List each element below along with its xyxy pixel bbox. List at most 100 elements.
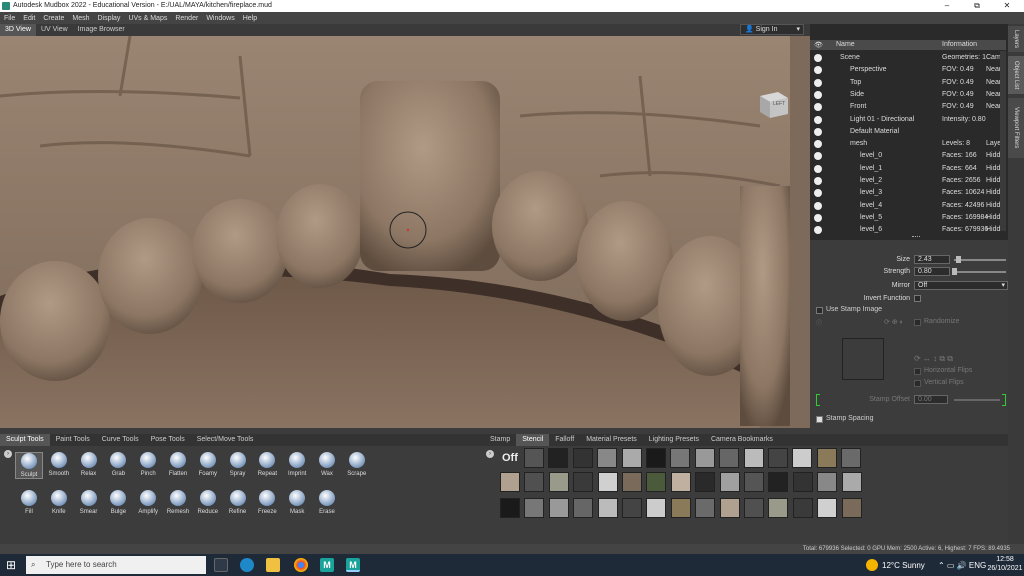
stencil-thumbnail[interactable] (817, 498, 838, 518)
object-list-row[interactable]: level_1 Faces: 664 Hidde (810, 163, 1006, 175)
minimize-button[interactable]: – (932, 0, 962, 12)
tab-3d-view[interactable]: 3D View (0, 24, 36, 36)
object-list-scrollbar[interactable] (1000, 51, 1006, 231)
stencil-thumbnail[interactable] (597, 472, 618, 492)
visibility-toggle-icon[interactable] (814, 152, 822, 161)
stencil-thumbnail[interactable] (548, 472, 569, 492)
stencil-thumbnail[interactable] (548, 498, 569, 518)
stencil-thumbnail[interactable] (621, 448, 642, 468)
stencil-thumbnail[interactable] (744, 472, 764, 492)
menu-mesh[interactable]: Mesh (72, 15, 89, 22)
visibility-toggle-icon[interactable] (814, 115, 822, 124)
stencil-thumbnail[interactable] (670, 472, 691, 492)
stencil-thumbnail[interactable] (768, 498, 789, 518)
maximize-button[interactable]: ⧉ (962, 0, 992, 12)
visibility-toggle-icon[interactable] (814, 189, 822, 198)
mudbox-app-icon[interactable]: M (346, 558, 360, 572)
object-list-row[interactable]: level_6 Faces: 679936 Hidde (810, 224, 1006, 236)
visibility-toggle-icon[interactable] (814, 226, 822, 235)
stencil-thumbnail[interactable] (719, 472, 740, 492)
stencil-thumbnail[interactable] (816, 448, 837, 468)
stencil-thumbnail[interactable] (768, 448, 788, 468)
menu-display[interactable]: Display (97, 15, 120, 22)
object-list-row[interactable]: Top FOV: 0.49 Near: (810, 77, 1006, 89)
object-list-row[interactable]: Scene Geometries: 1 Came (810, 52, 1006, 64)
tool-mask[interactable]: Mask (283, 490, 311, 515)
visibility-toggle-icon[interactable] (814, 164, 822, 173)
tool-smear[interactable]: Smear (75, 490, 103, 515)
tab-viewport-filters[interactable]: Viewport Filters (1008, 98, 1024, 158)
randomize-checkbox[interactable] (914, 319, 921, 326)
stamp-offset-field[interactable]: 0.00 (914, 395, 948, 404)
stencil-thumbnail[interactable] (646, 498, 667, 518)
mirror-select[interactable]: Off ▾ (914, 281, 1008, 290)
visibility-toggle-icon[interactable] (814, 54, 822, 62)
stencil-thumbnail[interactable] (719, 498, 740, 518)
stencil-thumbnail[interactable] (646, 448, 666, 468)
tab-stamp[interactable]: Stamp (484, 434, 516, 446)
tool-spray[interactable]: Spray (224, 452, 252, 477)
stencil-thumbnail[interactable] (500, 498, 520, 518)
stencil-thumbnail[interactable] (817, 472, 838, 492)
tool-pinch[interactable]: Pinch (134, 452, 162, 477)
panel-resize-handle[interactable] (912, 236, 920, 238)
tool-erase[interactable]: Erase (313, 490, 341, 515)
taskbar-search-box[interactable]: ⌕ Type here to search (26, 556, 206, 574)
visibility-toggle-icon[interactable] (814, 177, 822, 185)
object-list-row[interactable]: Light 01 - Directional Intensity: 0.80 (810, 114, 1006, 126)
tool-wax[interactable]: Wax (313, 452, 341, 477)
clock-date[interactable]: 26/10/2021 (986, 565, 1024, 572)
stencil-thumbnail[interactable] (792, 448, 813, 468)
stencil-thumbnail[interactable] (743, 448, 764, 468)
visibility-toggle-icon[interactable] (814, 103, 822, 112)
tab-lighting-presets[interactable]: Lighting Presets (643, 434, 705, 446)
tab-layers[interactable]: Layers (1008, 26, 1024, 52)
tool-smooth[interactable]: Smooth (45, 452, 73, 477)
stencil-thumbnail[interactable] (670, 448, 691, 468)
tray-options-icon[interactable]: › (486, 450, 494, 458)
object-list-row[interactable]: level_5 Faces: 169984 Hidde (810, 212, 1006, 224)
tool-remesh[interactable]: Remesh (164, 490, 192, 515)
object-list-row[interactable]: mesh Levels: 8 Layer (810, 138, 1006, 150)
stencil-off-button[interactable]: Off (502, 452, 518, 464)
stencil-thumbnail[interactable] (597, 498, 618, 518)
stencil-thumbnail[interactable] (622, 472, 642, 492)
menu-create[interactable]: Create (43, 15, 64, 22)
maya-app-icon[interactable]: M (320, 558, 334, 572)
stamp-image-preview[interactable] (842, 338, 884, 380)
tool-imprint[interactable]: Imprint (283, 452, 311, 477)
visibility-toggle-icon[interactable] (814, 78, 822, 87)
invert-function-checkbox[interactable] (914, 295, 921, 302)
tool-refine[interactable]: Refine (224, 490, 252, 515)
object-list-row[interactable]: Default Material (810, 126, 1006, 138)
vertical-flips-checkbox[interactable] (914, 380, 921, 387)
stencil-thumbnail[interactable] (744, 498, 764, 518)
stencil-thumbnail[interactable] (597, 448, 618, 468)
sign-in-button[interactable]: 👤 Sign In ▾ (740, 24, 804, 35)
menu-file[interactable]: File (4, 15, 15, 22)
stencil-thumbnail[interactable] (573, 472, 594, 492)
visibility-toggle-icon[interactable] (814, 213, 822, 222)
object-list-row[interactable]: level_0 Faces: 166 Hidde (810, 150, 1006, 162)
tab-image-browser[interactable]: Image Browser (73, 24, 130, 36)
size-slider-knob[interactable] (956, 256, 961, 263)
size-slider[interactable] (954, 259, 1006, 261)
clock-time[interactable]: 12:58 (990, 556, 1020, 563)
tab-camera-bookmarks[interactable]: Camera Bookmarks (705, 434, 779, 446)
tool-reduce[interactable]: Reduce (194, 490, 222, 515)
object-list-row[interactable]: level_4 Faces: 42496 Hidde (810, 200, 1006, 212)
stencil-thumbnail[interactable] (524, 448, 544, 468)
tool-sculpt[interactable]: Sculpt (15, 452, 43, 479)
stencil-thumbnail[interactable] (573, 498, 594, 518)
system-tray-icons[interactable]: ⌃ ▭ 🔊 ENG (938, 561, 986, 570)
visibility-toggle-icon[interactable] (814, 66, 822, 75)
tab-object-list[interactable]: Object List (1008, 56, 1024, 94)
tool-grab[interactable]: Grab (104, 452, 132, 477)
object-list-row[interactable]: Front FOV: 0.49 Near: (810, 101, 1006, 113)
stencil-thumbnail[interactable] (695, 472, 716, 492)
tool-fill[interactable]: Fill (15, 490, 43, 515)
object-list-row[interactable]: level_2 Faces: 2656 Hidde (810, 175, 1006, 187)
strength-slider[interactable] (954, 271, 1006, 273)
tool-foamy[interactable]: Foamy (194, 452, 222, 477)
tab-uv-view[interactable]: UV View (36, 24, 73, 36)
